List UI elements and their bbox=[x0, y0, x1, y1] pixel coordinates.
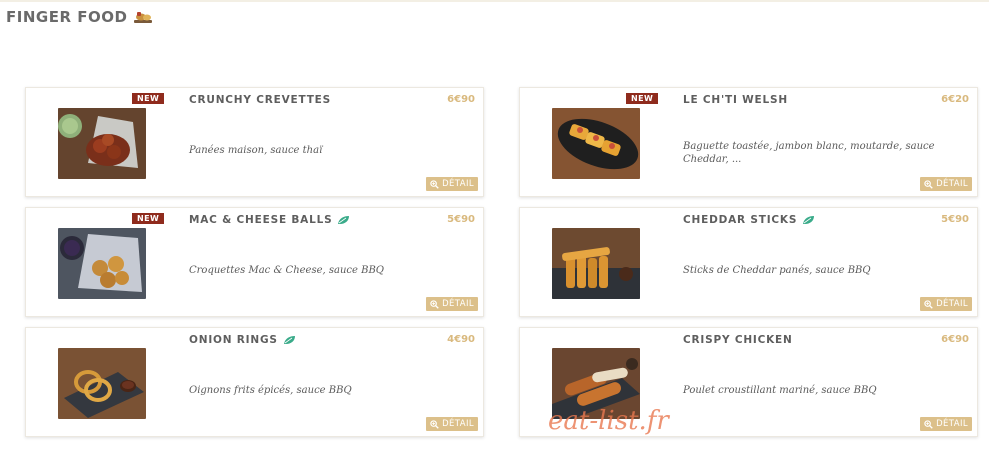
new-badge: NEW bbox=[132, 93, 165, 104]
item-name: ONION RINGS bbox=[189, 334, 278, 346]
detail-button[interactable]: DÉTAIL bbox=[426, 177, 478, 191]
detail-label: DÉTAIL bbox=[936, 419, 968, 429]
zoom-in-icon bbox=[430, 419, 439, 429]
veggie-leaf-icon bbox=[337, 215, 350, 225]
item-price: 4€90 bbox=[447, 334, 475, 345]
item-name: CRISPY CHICKEN bbox=[683, 334, 793, 346]
zoom-in-icon bbox=[924, 419, 933, 429]
item-description: Sticks de Cheddar panés, sauce BBQ bbox=[683, 265, 871, 276]
zoom-in-icon bbox=[430, 179, 439, 189]
detail-label: DÉTAIL bbox=[936, 299, 968, 309]
item-price: 6€20 bbox=[941, 94, 969, 105]
detail-button[interactable]: DÉTAIL bbox=[426, 297, 478, 311]
item-name: LE CH'TI WELSH bbox=[683, 94, 788, 106]
item-name-row: CRUNCHY CREVETTES bbox=[189, 94, 331, 106]
detail-button[interactable]: DÉTAIL bbox=[920, 177, 972, 191]
new-badge: NEW bbox=[132, 213, 165, 224]
item-name-row: MAC & CHEESE BALLS bbox=[189, 214, 350, 226]
item-price: 6€90 bbox=[447, 94, 475, 105]
item-name-row: LE CH'TI WELSH bbox=[683, 94, 788, 106]
detail-label: DÉTAIL bbox=[442, 419, 474, 429]
menu-item-card[interactable]: NEW LE CH'TI WELSH 6€20 Baguette toastée… bbox=[519, 87, 978, 197]
menu-item-card[interactable]: CHEDDAR STICKS 5€90 Sticks de Cheddar pa… bbox=[519, 207, 978, 317]
item-description: Croquettes Mac & Cheese, sauce BBQ bbox=[189, 265, 384, 276]
detail-label: DÉTAIL bbox=[442, 179, 474, 189]
menu-item-card[interactable]: NEW CRUNCHY CREVETTES 6€90 Panées maison… bbox=[25, 87, 484, 197]
detail-button[interactable]: DÉTAIL bbox=[920, 297, 972, 311]
zoom-in-icon bbox=[924, 299, 933, 309]
item-photo bbox=[58, 108, 146, 179]
menu-item-card[interactable]: ONION RINGS 4€90 Oignons frits épicés, s… bbox=[25, 327, 484, 437]
item-description: Baguette toastée, jambon blanc, moutarde… bbox=[683, 141, 935, 165]
section-header: FINGER FOOD bbox=[6, 8, 153, 26]
item-price: 5€90 bbox=[941, 214, 969, 225]
item-description: Oignons frits épicés, sauce BBQ bbox=[189, 385, 352, 396]
item-photo bbox=[58, 228, 146, 299]
item-price: 6€90 bbox=[941, 334, 969, 345]
item-photo bbox=[552, 228, 640, 299]
item-photo bbox=[58, 348, 146, 419]
item-photo bbox=[552, 108, 640, 179]
detail-label: DÉTAIL bbox=[442, 299, 474, 309]
item-name: CHEDDAR STICKS bbox=[683, 214, 798, 226]
section-title: FINGER FOOD bbox=[6, 8, 128, 26]
item-name-row: CRISPY CHICKEN bbox=[683, 334, 793, 346]
veggie-leaf-icon bbox=[802, 215, 815, 225]
zoom-in-icon bbox=[924, 179, 933, 189]
item-name-row: CHEDDAR STICKS bbox=[683, 214, 815, 226]
detail-button[interactable]: DÉTAIL bbox=[426, 417, 478, 431]
menu-grid: NEW CRUNCHY CREVETTES 6€90 Panées maison… bbox=[25, 87, 978, 437]
item-name: MAC & CHEESE BALLS bbox=[189, 214, 333, 226]
new-badge: NEW bbox=[626, 93, 659, 104]
veggie-leaf-icon bbox=[283, 335, 296, 345]
item-name: CRUNCHY CREVETTES bbox=[189, 94, 332, 106]
menu-item-card[interactable]: NEW MAC & CHEESE BALLS 5€90 Croquettes M… bbox=[25, 207, 484, 317]
top-divider bbox=[0, 0, 989, 2]
item-price: 5€90 bbox=[447, 214, 475, 225]
watermark: eat-list.fr bbox=[548, 406, 669, 436]
item-description: Poulet croustillant mariné, sauce BBQ bbox=[683, 385, 877, 396]
food-tray-icon bbox=[133, 9, 153, 25]
detail-label: DÉTAIL bbox=[936, 179, 968, 189]
detail-button[interactable]: DÉTAIL bbox=[920, 417, 972, 431]
item-name-row: ONION RINGS bbox=[189, 334, 296, 346]
item-description: Panées maison, sauce thaï bbox=[189, 145, 323, 156]
zoom-in-icon bbox=[430, 299, 439, 309]
